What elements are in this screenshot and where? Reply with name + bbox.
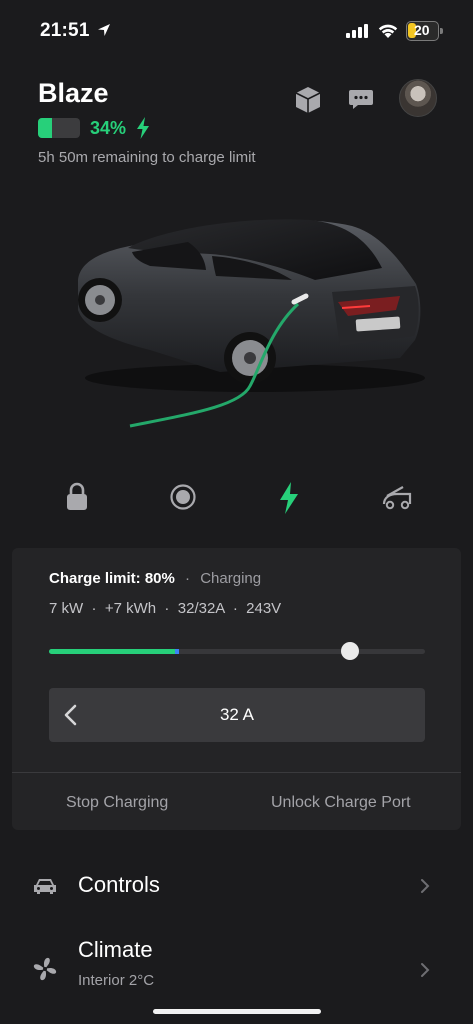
battery-percent: 34% xyxy=(90,117,127,138)
unlock-charge-port-button[interactable]: Unlock Charge Port xyxy=(271,794,411,812)
charge-bar-tip xyxy=(175,649,179,654)
home-indicator[interactable] xyxy=(153,1009,321,1014)
charge-limit-handle[interactable] xyxy=(341,642,359,660)
status-battery: 20 xyxy=(406,21,443,41)
charge-limit-slider[interactable] xyxy=(49,642,425,660)
controls-label: Controls xyxy=(78,872,160,897)
climate-label: Climate xyxy=(78,937,153,962)
amps-value: 32 A xyxy=(219,705,255,724)
wifi-icon xyxy=(378,24,398,38)
card-divider xyxy=(12,772,461,773)
charging-card: Charge limit: 80% · Charging 7 kW · +7 k… xyxy=(12,548,461,830)
frunk-icon[interactable] xyxy=(381,484,413,510)
separator-dot: · xyxy=(185,570,191,587)
sentry-icon[interactable] xyxy=(170,484,196,510)
current-charge-bar xyxy=(49,649,177,654)
chevron-right-icon xyxy=(421,879,430,893)
stop-charging-button[interactable]: Stop Charging xyxy=(66,794,168,812)
climate-row[interactable]: Climate Interior 2°C xyxy=(0,932,473,994)
controls-row[interactable]: Controls xyxy=(0,862,473,910)
status-bar: 21:51 20 xyxy=(0,0,473,62)
car-image xyxy=(78,219,425,428)
message-icon[interactable] xyxy=(348,88,374,112)
charging-state: Charging xyxy=(200,570,262,587)
status-battery-level: 20 xyxy=(414,22,430,38)
car-name[interactable]: Blaze xyxy=(38,78,109,109)
charge-time-remaining: 5h 50m remaining to charge limit xyxy=(38,149,256,166)
battery-gauge-fill xyxy=(38,118,53,138)
cube-icon[interactable] xyxy=(293,85,323,115)
charging-bolt-icon xyxy=(137,117,150,139)
lock-icon[interactable] xyxy=(66,482,88,512)
charge-bolt-icon[interactable] xyxy=(278,482,300,514)
chevron-right-icon xyxy=(421,963,430,977)
interior-temperature: Interior 2°C xyxy=(78,972,155,989)
battery-gauge xyxy=(38,118,80,138)
car-icon xyxy=(34,879,56,894)
profile-avatar[interactable] xyxy=(399,79,437,117)
status-time: 21:51 xyxy=(40,20,90,41)
charging-stats: 7 kW · +7 kWh · 32/32A · 243V xyxy=(49,600,282,617)
battery-status: 34% xyxy=(38,117,150,139)
charge-summary: Charge limit: 80% · Charging xyxy=(49,570,261,587)
amps-selector: 32 A xyxy=(49,688,425,742)
cellular-signal-icon xyxy=(346,24,368,38)
location-arrow-icon xyxy=(98,24,110,36)
charge-limit-label: Charge limit: 80% xyxy=(49,570,175,587)
fan-icon xyxy=(33,957,57,981)
